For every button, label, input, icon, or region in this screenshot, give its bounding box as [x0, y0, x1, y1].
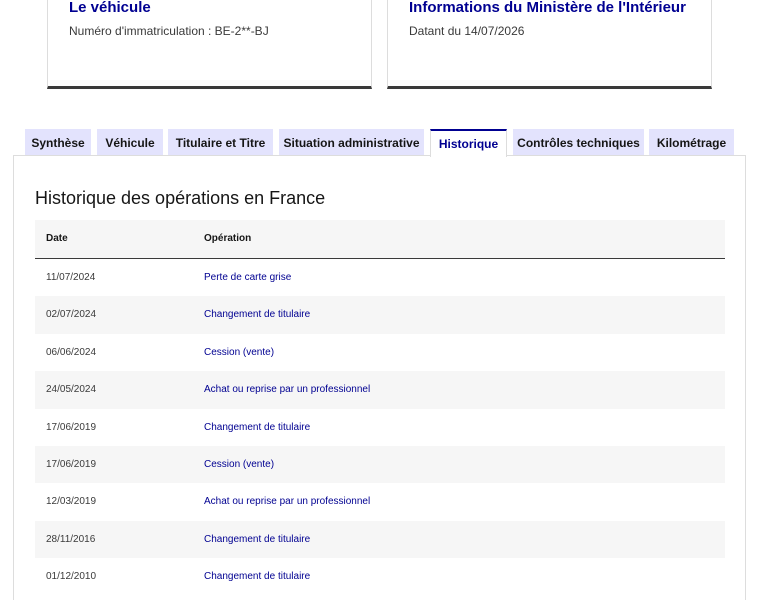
operation-date: 11/07/2024	[46, 272, 96, 283]
operation-link[interactable]: Cession (vente)	[204, 347, 274, 358]
ministry-date: Datant du 14/07/2026	[409, 24, 525, 38]
operation-link[interactable]: Changement de titulaire	[204, 309, 310, 320]
operation-link[interactable]: Cession (vente)	[204, 459, 274, 470]
tab-situation[interactable]: Situation administrative	[279, 129, 424, 156]
table-row: 01/12/2010 Changement de titulaire	[35, 558, 725, 595]
ministry-card-title: Informations du Ministère de l'Intérieur	[409, 0, 686, 16]
vehicle-card-title: Le véhicule	[69, 0, 151, 16]
operation-link[interactable]: Perte de carte grise	[204, 272, 291, 283]
operation-date: 12/03/2019	[46, 496, 97, 508]
operation-link[interactable]: Achat ou reprise par un professionnel	[204, 496, 370, 507]
operation-date: 24/05/2024	[46, 384, 97, 396]
tab-titulaire[interactable]: Titulaire et Titre	[168, 129, 273, 156]
table-row: 28/11/2016 Changement de titulaire	[35, 520, 725, 559]
table-header: Date Opération	[35, 220, 725, 259]
table-row: 24/05/2024 Achat ou reprise par un profes…	[35, 371, 725, 409]
operation-date: 06/06/2024	[46, 346, 97, 358]
history-table: Date Opération 11/07/2024 Perte de carte …	[35, 220, 725, 596]
operation-link[interactable]: Changement de titulaire	[204, 571, 310, 582]
operation-date: 01/12/2010	[46, 571, 97, 583]
table-row: 11/07/2024 Perte de carte grise	[35, 259, 725, 296]
operation-date: 28/11/2016	[46, 533, 96, 545]
history-panel: Historique des opérations en France Date…	[13, 155, 746, 600]
table-body: 11/07/2024 Perte de carte grise 02/07/2024…	[35, 259, 725, 596]
tab-controles[interactable]: Contrôles techniques	[513, 129, 644, 156]
operation-link[interactable]: Changement de titulaire	[204, 534, 310, 545]
table-row: 17/06/2019 Changement de titulaire	[35, 409, 725, 446]
ministry-card: Informations du Ministère de l'Intérieur…	[387, 0, 712, 89]
history-title: Historique des opérations en France	[35, 188, 326, 208]
tab-synthese[interactable]: Synthèse	[25, 129, 91, 156]
table-row: 12/03/2019 Achat ou reprise par un profes…	[35, 483, 725, 520]
tab-historique[interactable]: Historique	[430, 129, 507, 157]
vehicle-card: Le véhicule Numéro d'immatriculation : B…	[47, 0, 372, 89]
operation-date: 02/07/2024	[46, 309, 97, 321]
column-operation: Opération	[204, 233, 252, 244]
operation-date: 17/06/2019	[46, 421, 97, 433]
table-row: 02/07/2024 Changement de titulaire	[35, 296, 725, 334]
operation-date: 17/06/2019	[46, 458, 97, 470]
table-row: 17/06/2019 Cession (vente)	[35, 445, 725, 484]
operation-link[interactable]: Achat ou reprise par un professionnel	[204, 384, 370, 395]
table-row: 06/06/2024 Cession (vente)	[35, 334, 725, 371]
registration-number: Numéro d'immatriculation : BE-2**-BJ	[69, 24, 269, 38]
column-date: Date	[46, 233, 68, 244]
tab-kilometrage[interactable]: Kilométrage	[649, 129, 734, 156]
tab-vehicule[interactable]: Véhicule	[97, 129, 163, 156]
operation-link[interactable]: Changement de titulaire	[204, 422, 310, 433]
